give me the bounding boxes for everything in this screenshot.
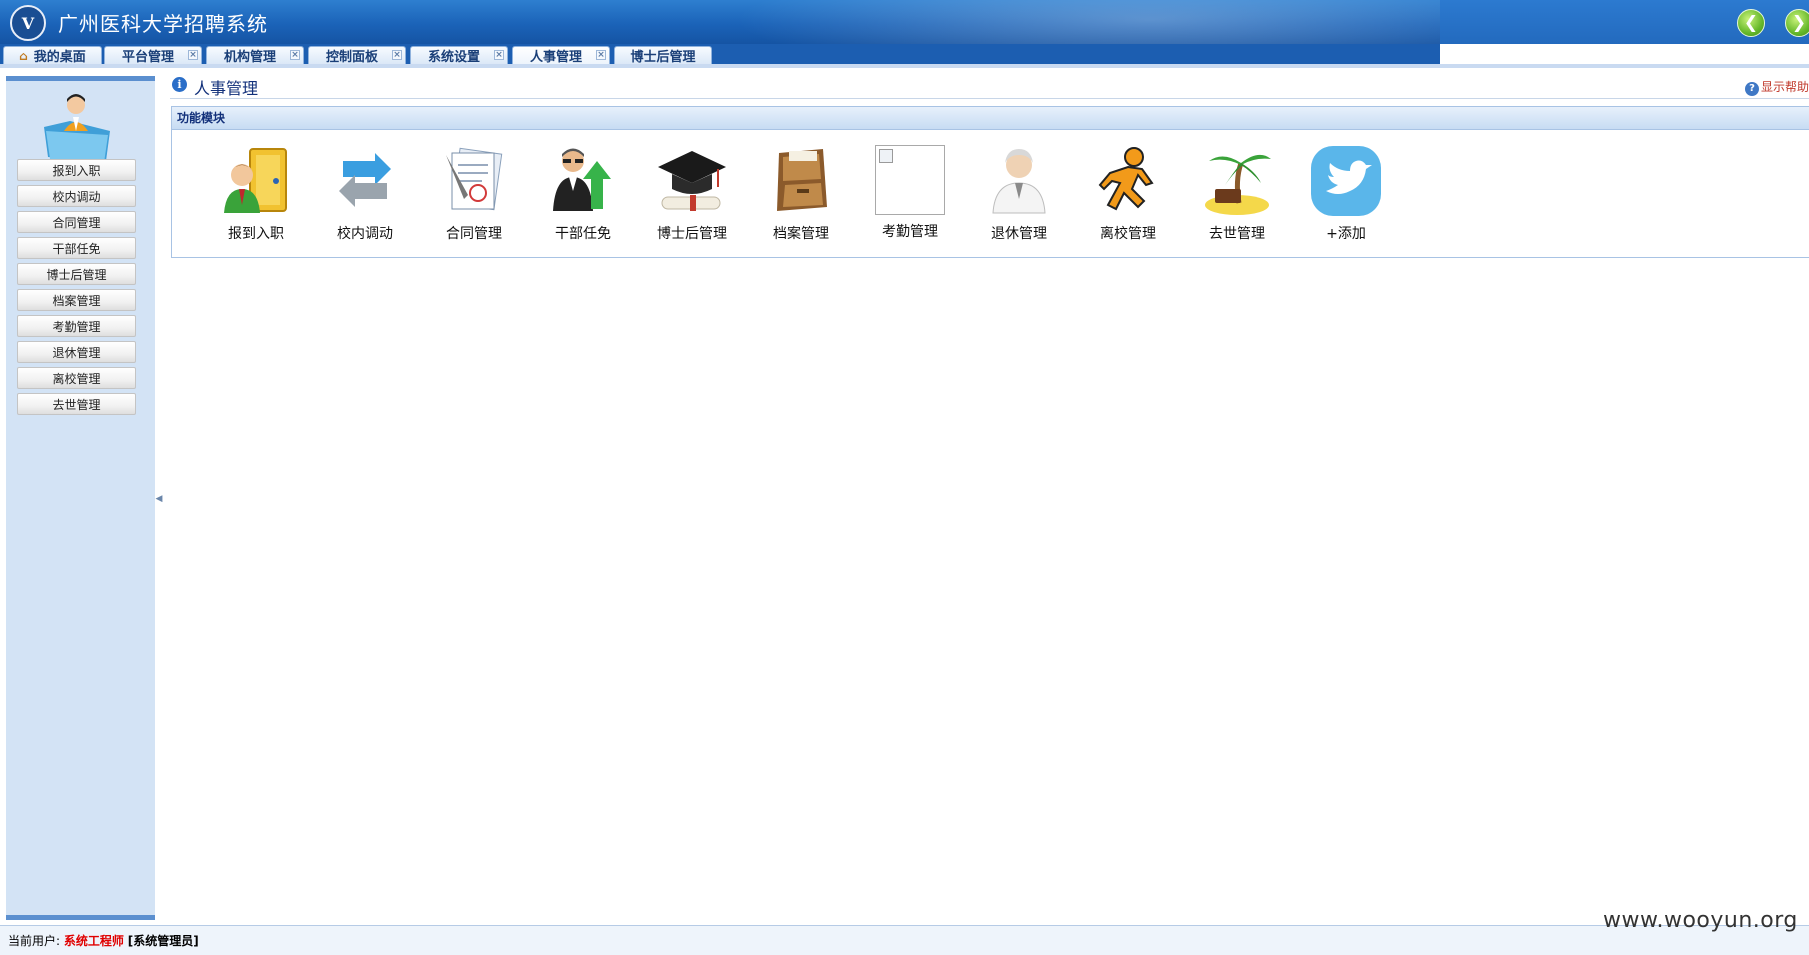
chevron-left-icon: ◀ xyxy=(155,494,163,504)
forward-button[interactable]: ❯ xyxy=(1785,9,1809,37)
file-cabinet-icon xyxy=(777,149,827,211)
status-bar: 当前用户: 系统工程师 [系统管理员] xyxy=(0,925,1809,955)
module-label: 去世管理 xyxy=(1209,226,1265,242)
sidebar-item-deceased[interactable]: 去世管理 xyxy=(17,393,136,415)
tab-label: 平台管理 xyxy=(121,50,174,65)
current-user-name: 系统工程师 xyxy=(63,934,124,948)
running-man-icon xyxy=(1098,147,1154,211)
sidebar-item-label: 报到入职 xyxy=(52,163,101,178)
home-icon: ⌂ xyxy=(19,48,28,63)
sidebar-item-archive[interactable]: 档案管理 xyxy=(17,289,136,311)
sidebar-item-check-in[interactable]: 报到入职 xyxy=(17,159,136,181)
module-transfer[interactable]: 校内调动 xyxy=(315,145,415,243)
tab-postdoc[interactable]: 博士后管理 xyxy=(614,46,712,65)
current-user-role: [系统管理员] xyxy=(127,934,199,948)
broken-image-icon xyxy=(875,145,945,215)
module-label: 合同管理 xyxy=(446,226,502,242)
tab-close-icon[interactable]: × xyxy=(392,50,402,60)
sidebar-item-departure[interactable]: 离校管理 xyxy=(17,367,136,389)
sidebar-item-label: 博士后管理 xyxy=(46,267,107,282)
promotion-person-icon xyxy=(553,148,611,211)
sidebar-item-retirement[interactable]: 退休管理 xyxy=(17,341,136,363)
sidebar-item-transfer[interactable]: 校内调动 xyxy=(17,185,136,207)
elder-doctor-icon xyxy=(992,149,1046,214)
module-label: 档案管理 xyxy=(773,226,829,242)
current-user-line: 当前用户: 系统工程师 [系统管理员] xyxy=(8,932,199,949)
module-departure[interactable]: 离校管理 xyxy=(1078,145,1178,243)
tab-label: 机构管理 xyxy=(223,50,276,65)
graduation-cap-icon xyxy=(658,151,726,211)
tab-platform[interactable]: 平台管理 × xyxy=(104,46,202,65)
module-label: 报到入职 xyxy=(228,226,284,242)
personnel-folder-icon xyxy=(44,94,110,163)
transfer-arrows-icon xyxy=(339,153,391,207)
module-label: 考勤管理 xyxy=(882,224,938,240)
arrow-left-icon: ❮ xyxy=(1743,13,1759,33)
module-cadre[interactable]: 干部任免 xyxy=(533,145,633,243)
header-rule xyxy=(0,64,1809,68)
tab-close-icon[interactable]: × xyxy=(596,50,606,60)
module-attendance[interactable]: 考勤管理 xyxy=(860,145,960,241)
tab-close-icon[interactable]: × xyxy=(188,50,198,60)
palm-island-icon xyxy=(1205,154,1271,215)
arrow-right-icon: ❯ xyxy=(1791,13,1807,33)
module-label: 退休管理 xyxy=(991,226,1047,242)
module-postdoc[interactable]: 博士后管理 xyxy=(642,145,742,243)
tab-label: 系统设置 xyxy=(427,50,480,65)
tab-label: 人事管理 xyxy=(529,50,582,65)
module-retirement[interactable]: 退休管理 xyxy=(969,145,1069,243)
tab-personnel[interactable]: 人事管理 × xyxy=(512,46,610,65)
sidebar-item-label: 档案管理 xyxy=(52,293,101,308)
module-label: 校内调动 xyxy=(337,226,393,242)
sidebar-item-label: 合同管理 xyxy=(52,215,101,230)
module-panel: 功能模块 报到入职 校内调动 合同管理 干部任免 博士后管理 档案管理 考勤管理… xyxy=(171,106,1809,258)
sidebar-item-label: 退休管理 xyxy=(52,345,101,360)
help-label: 显示帮助 xyxy=(1760,80,1809,94)
tab-label: 博士后管理 xyxy=(630,50,696,65)
sidebar-item-cadre[interactable]: 干部任免 xyxy=(17,237,136,259)
module-panel-title: 功能模块 xyxy=(172,107,1809,130)
sidebar-item-contract[interactable]: 合同管理 xyxy=(17,211,136,233)
sidebar-item-label: 离校管理 xyxy=(52,371,101,386)
sidebar-item-label: 考勤管理 xyxy=(52,319,101,334)
module-label: 离校管理 xyxy=(1100,226,1156,242)
sidebar-item-attendance[interactable]: 考勤管理 xyxy=(17,315,136,337)
info-icon: i xyxy=(172,77,187,92)
module-check-in[interactable]: 报到入职 xyxy=(206,145,306,243)
page-title: 人事管理 xyxy=(194,79,259,98)
module-add[interactable]: +添加 xyxy=(1296,145,1396,243)
module-contract[interactable]: 合同管理 xyxy=(424,145,524,243)
university-logo: V xyxy=(10,5,46,41)
sidebar-collapse-handle[interactable]: ◀ xyxy=(155,482,163,516)
main-title-bar: i 人事管理 ? 显示帮助 xyxy=(170,74,1809,99)
module-label: 博士后管理 xyxy=(657,226,727,242)
module-label: 干部任免 xyxy=(555,226,611,242)
tab-organization[interactable]: 机构管理 × xyxy=(206,46,304,65)
help-icon: ? xyxy=(1744,82,1759,96)
tab-close-icon[interactable]: × xyxy=(290,50,300,60)
tab-control-panel[interactable]: 控制面板 × xyxy=(308,46,406,65)
sidebar-item-label: 干部任免 xyxy=(52,241,101,256)
tab-system-settings[interactable]: 系统设置 × xyxy=(410,46,508,65)
module-archive[interactable]: 档案管理 xyxy=(751,145,851,243)
module-label: +添加 xyxy=(1326,226,1366,242)
tab-close-icon[interactable]: × xyxy=(494,50,504,60)
watermark: www.wooyun.org xyxy=(1603,908,1798,933)
bird-icon xyxy=(1311,146,1381,216)
tab-label: 我的桌面 xyxy=(33,50,86,65)
show-help-link[interactable]: ? 显示帮助 xyxy=(1744,78,1809,96)
current-user-prefix: 当前用户: xyxy=(8,934,61,948)
sidebar-item-label: 校内调动 xyxy=(52,189,101,204)
sidebar-item-label: 去世管理 xyxy=(52,397,101,412)
tab-label: 控制面板 xyxy=(325,50,378,65)
contract-document-icon xyxy=(446,147,503,211)
tab-my-desktop[interactable]: ⌂ 我的桌面 xyxy=(3,46,102,65)
sidebar-item-postdoc[interactable]: 博士后管理 xyxy=(17,263,136,285)
app-header: V 广州医科大学招聘系统 ❮ ❯ xyxy=(0,0,1809,44)
check-in-door-icon xyxy=(224,148,287,213)
back-button[interactable]: ❮ xyxy=(1737,9,1765,37)
app-title: 广州医科大学招聘系统 xyxy=(58,12,268,36)
sidebar: 报到入职 校内调动 合同管理 干部任免 博士后管理 档案管理 考勤管理 退休管理… xyxy=(6,76,155,920)
module-deceased[interactable]: 去世管理 xyxy=(1187,145,1287,243)
